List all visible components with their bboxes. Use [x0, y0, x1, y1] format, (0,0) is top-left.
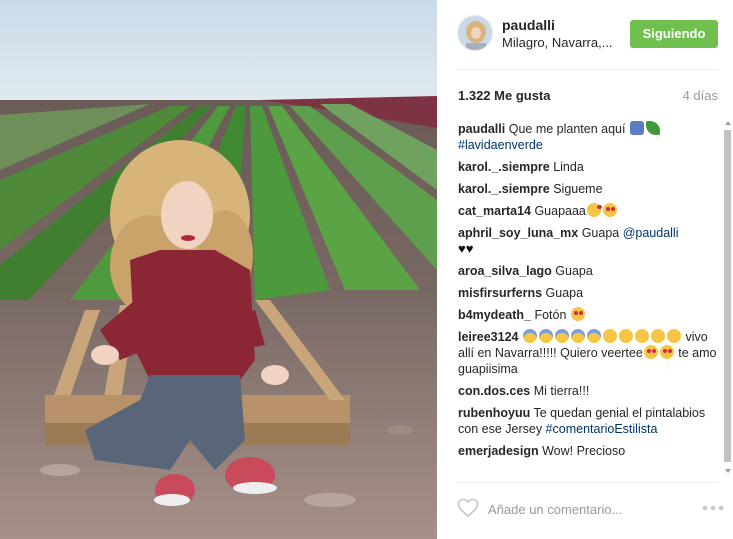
- neutral-emoji-icon: [618, 329, 633, 343]
- add-comment-input[interactable]: [488, 498, 688, 520]
- fear-emoji-icon: [538, 329, 553, 343]
- more-options-icon[interactable]: [702, 502, 724, 514]
- avatar[interactable]: [457, 15, 493, 51]
- comment-text: Wow! Precioso: [542, 444, 626, 458]
- comment-tag-link[interactable]: @paudalli: [623, 226, 679, 240]
- neutral-emoji-icon: [650, 329, 665, 343]
- neutral-emoji-icon: [602, 329, 617, 343]
- comment-item: karol._.siempre Linda: [458, 159, 720, 175]
- kiss-emoji-icon: [586, 203, 602, 217]
- comment-item: karol._.siempre Sigueme: [458, 181, 720, 197]
- comment-username[interactable]: con.dos.ces: [458, 384, 530, 398]
- divider: [457, 69, 718, 70]
- comment-username[interactable]: misfirsurferns: [458, 286, 542, 300]
- comment-item: aroa_silva_lago Guapa: [458, 263, 720, 279]
- comment-item: misfirsurferns Guapa: [458, 285, 720, 301]
- fear-emoji-icon: [554, 329, 569, 343]
- post-sidebar: paudalli Milagro, Navarra,... Siguiendo …: [437, 0, 733, 539]
- scroll-thumb[interactable]: [724, 130, 731, 462]
- comment-username[interactable]: cat_marta14: [458, 204, 531, 218]
- comment-username[interactable]: leiree3124: [458, 330, 518, 344]
- comment-text: Sigueme: [553, 182, 603, 196]
- comment-text: Guapa: [581, 226, 623, 240]
- comment-text: Guapaaa: [534, 204, 586, 218]
- comment-username[interactable]: paudalli: [458, 122, 505, 136]
- comment-text: Linda: [553, 160, 584, 174]
- comment-item: emerjadesign Wow! Precioso: [458, 443, 720, 459]
- neutral-emoji-icon: [666, 329, 681, 343]
- herb-emoji-icon: [645, 121, 660, 135]
- post-photo[interactable]: [0, 0, 437, 539]
- comment-username[interactable]: karol._.siempre: [458, 182, 550, 196]
- divider: [457, 482, 718, 483]
- following-button[interactable]: Siguiendo: [630, 20, 718, 48]
- heart-eyes-emoji-icon: [659, 345, 674, 359]
- add-comment-bar: [457, 496, 727, 524]
- comment-item: leiree3124 vivo allí en Navarra!!!!! Qui…: [458, 329, 720, 377]
- comment-username[interactable]: aphril_soy_luna_mx: [458, 226, 578, 240]
- comment-item: paudalli Que me planten aquí #lavidaenve…: [458, 121, 720, 153]
- comment-tag-link[interactable]: #lavidaenverde: [458, 138, 543, 152]
- fear-emoji-icon: [570, 329, 585, 343]
- comment-text: Guapa: [555, 264, 593, 278]
- person-emoji-icon: [629, 121, 644, 135]
- neutral-emoji-icon: [634, 329, 649, 343]
- heart-outline-icon[interactable]: [457, 498, 479, 518]
- comment-item: b4mydeath_ Fotón: [458, 307, 720, 323]
- comment-text: Que me planten aquí: [508, 122, 629, 136]
- post-time[interactable]: 4 días: [683, 88, 718, 103]
- comments-list: paudalli Que me planten aquí #lavidaenve…: [458, 121, 720, 478]
- comment-item: rubenhoyuu Te quedan genial el pintalabi…: [458, 405, 720, 437]
- fear-emoji-icon: [522, 329, 537, 343]
- scroll-up-arrow-icon[interactable]: [725, 121, 731, 125]
- comment-username[interactable]: karol._.siempre: [458, 160, 550, 174]
- comment-username[interactable]: b4mydeath_: [458, 308, 531, 322]
- comment-item: cat_marta14 Guapaaa: [458, 203, 720, 219]
- fear-emoji-icon: [586, 329, 601, 343]
- comment-item: con.dos.ces Mi tierra!!!: [458, 383, 720, 399]
- heart-eyes-emoji-icon: [570, 307, 585, 321]
- comment-text: Mi tierra!!!: [533, 384, 590, 398]
- heart-eyes-emoji-icon: [602, 203, 617, 217]
- post-header: paudalli Milagro, Navarra,... Siguiendo: [437, 0, 733, 70]
- post-author-username[interactable]: paudalli: [502, 17, 555, 33]
- likes-count[interactable]: 1.322 Me gusta: [458, 88, 551, 103]
- post-location[interactable]: Milagro, Navarra,...: [502, 35, 613, 50]
- comment-tag-link[interactable]: #comentarioEstilista: [546, 422, 658, 436]
- black-hearts-icon: ♥♥: [458, 241, 474, 256]
- comment-username[interactable]: emerjadesign: [458, 444, 539, 458]
- comment-item: aphril_soy_luna_mx Guapa @paudalli ♥♥: [458, 225, 720, 257]
- comment-text: Fotón: [534, 308, 570, 322]
- scroll-down-arrow-icon[interactable]: [725, 469, 731, 473]
- comment-username[interactable]: aroa_silva_lago: [458, 264, 552, 278]
- comments-scrollbar[interactable]: [724, 121, 731, 477]
- comment-text: Guapa: [545, 286, 584, 300]
- comment-username[interactable]: rubenhoyuu: [458, 406, 530, 420]
- heart-eyes-emoji-icon: [643, 345, 658, 359]
